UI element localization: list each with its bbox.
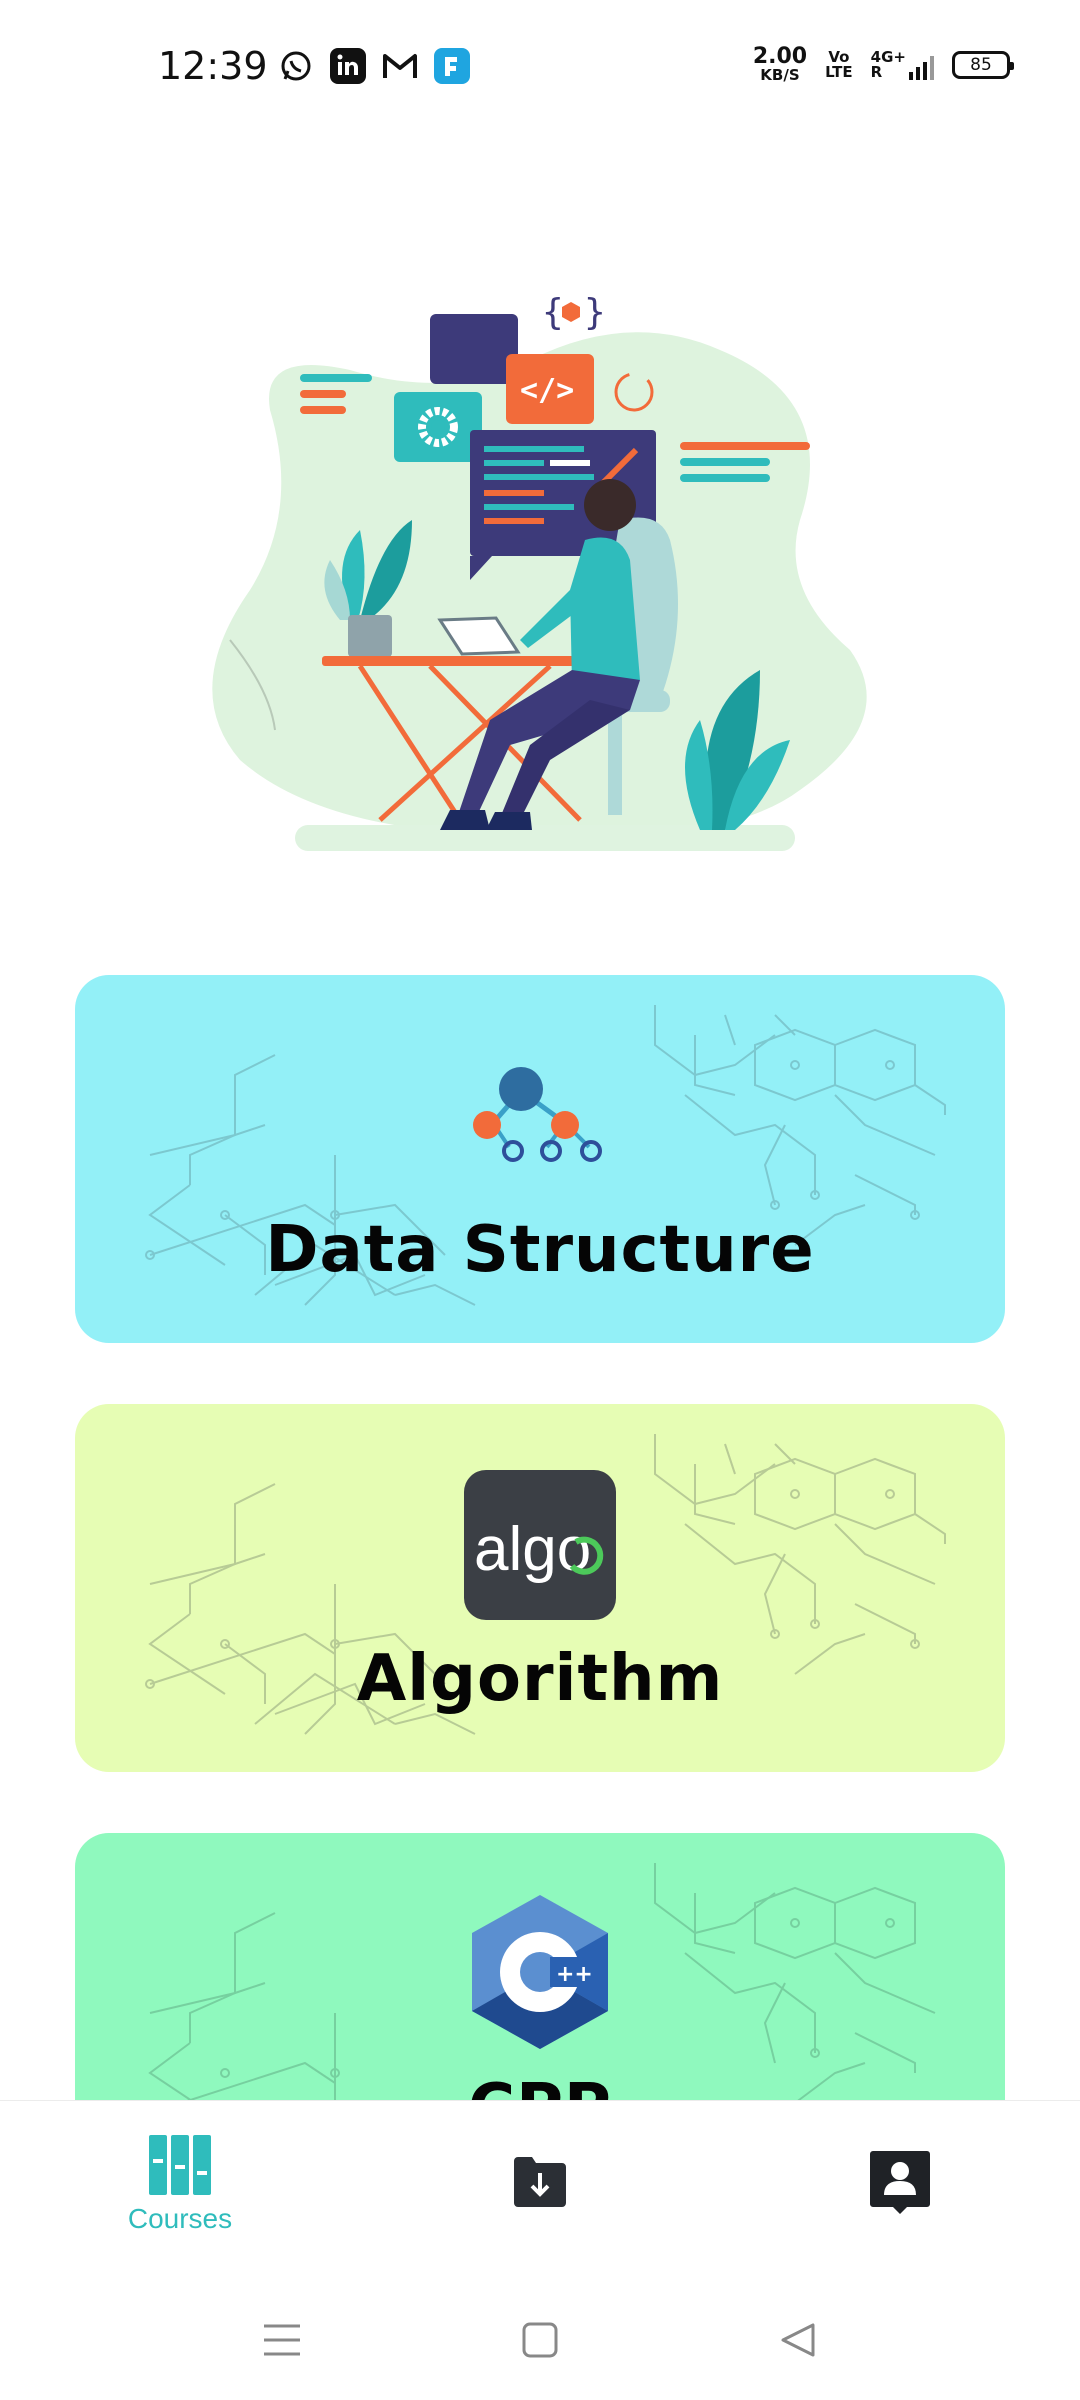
course-title: Algorithm — [356, 1642, 724, 1716]
svg-text:</>: </> — [520, 373, 574, 408]
menu-icon — [264, 2324, 300, 2356]
gmail-icon — [382, 48, 418, 84]
profile-icon — [870, 2151, 930, 2214]
app-icon — [434, 48, 470, 84]
nav-courses-label: Courses — [127, 2203, 233, 2234]
status-bar: 12:39 2.00 KB/S Vo LTE 4G+ R 85 — [0, 0, 1080, 130]
whatsapp-icon — [278, 48, 314, 84]
signal-icon: 4G+ R — [871, 49, 934, 80]
tree-structure-icon — [465, 1063, 615, 1177]
hero-illustration: { } </> — [200, 290, 880, 860]
svg-text:}: } — [584, 292, 606, 333]
books-icon — [149, 2135, 211, 2195]
battery-icon: 85 — [952, 50, 1014, 79]
home-button[interactable] — [510, 2310, 570, 2370]
bottom-navigation: Courses — [0, 2100, 1080, 2270]
volte-indicator: Vo LTE — [825, 47, 853, 81]
square-icon — [522, 2322, 558, 2358]
recent-apps-button[interactable] — [252, 2310, 312, 2370]
status-right: 2.00 KB/S Vo LTE 4G+ R 85 — [752, 44, 1014, 84]
back-button[interactable] — [768, 2310, 828, 2370]
back-triangle-icon — [781, 2323, 815, 2357]
nav-courses[interactable]: Courses — [110, 2131, 250, 2235]
course-card-data-structure[interactable]: Data Structure — [75, 975, 1005, 1343]
nav-downloads[interactable] — [500, 2153, 580, 2209]
system-navigation-bar — [0, 2270, 1080, 2400]
svg-text:++: ++ — [556, 1962, 593, 1987]
status-time: 12:39 — [158, 44, 268, 88]
algo-logo-text: algo — [474, 1515, 591, 1584]
download-icon — [514, 2157, 566, 2207]
svg-text:{: { — [542, 292, 564, 333]
nav-profile[interactable] — [860, 2149, 940, 2215]
course-card-algorithm[interactable]: algo Algorithm — [75, 1404, 1005, 1772]
linkedin-icon — [330, 48, 366, 84]
notification-icons — [278, 48, 470, 84]
cpp-logo-icon: ++ — [472, 1895, 608, 2053]
course-title: Data Structure — [265, 1213, 815, 1287]
net-speed: 2.00 KB/S — [752, 44, 808, 84]
algo-logo-icon: algo — [464, 1470, 616, 1624]
